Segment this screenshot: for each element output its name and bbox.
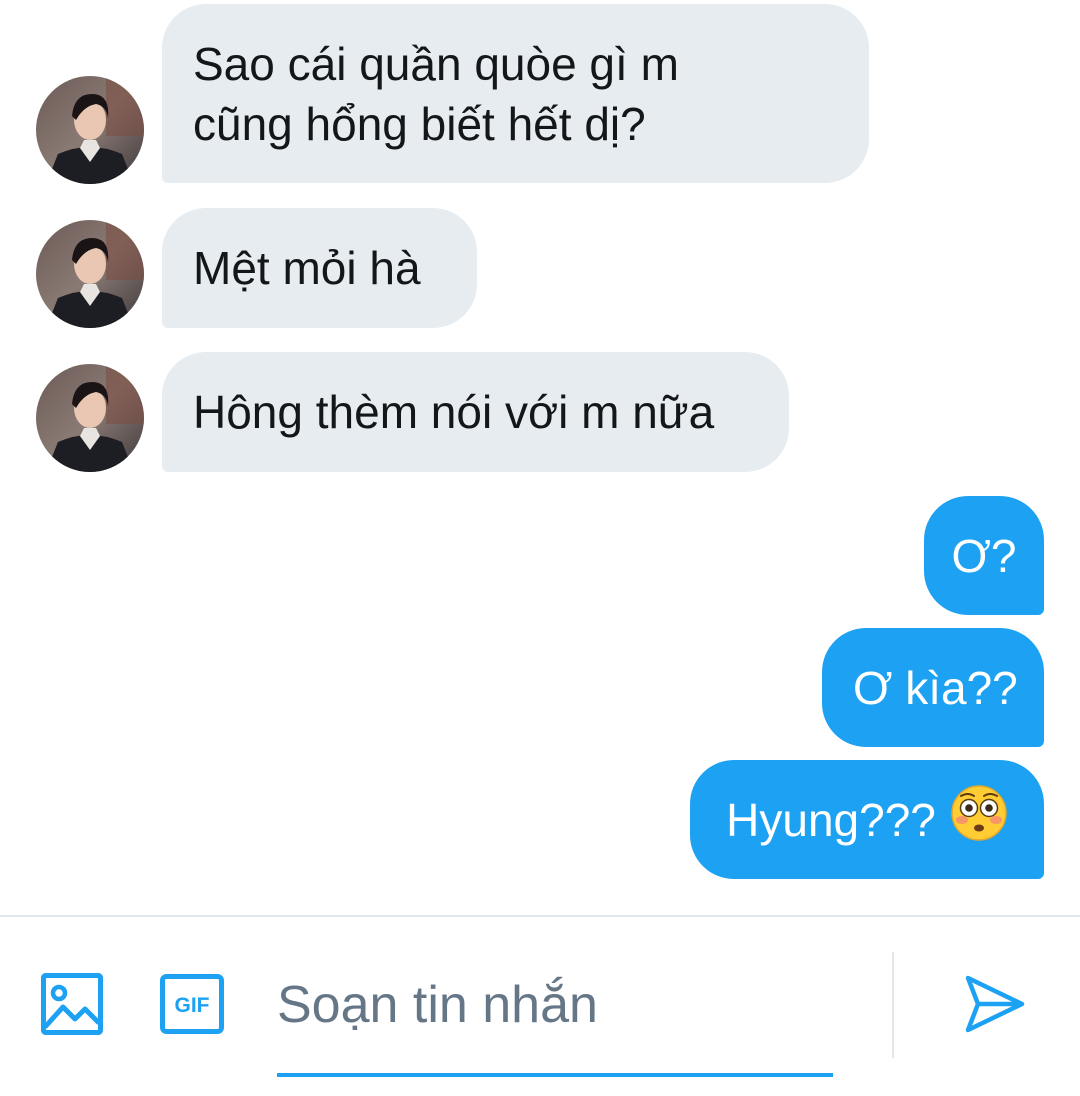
avatar[interactable]	[36, 220, 144, 328]
avatar[interactable]	[36, 364, 144, 472]
outgoing-message[interactable]: Ơ kìa??	[822, 628, 1044, 747]
message-input[interactable]: Soạn tin nhắn	[277, 965, 833, 1077]
incoming-message[interactable]: Mệt mỏi hà	[162, 208, 477, 328]
svg-text:GIF: GIF	[175, 994, 210, 1017]
gif-button[interactable]: GIF	[160, 974, 224, 1039]
avatar[interactable]	[36, 76, 144, 184]
dm-conversation-screen: Sao cái quần quòe gì m cũng hổng biết hế…	[0, 0, 1080, 1096]
composer-divider	[892, 952, 894, 1058]
flushed-face-icon	[950, 784, 1008, 856]
incoming-message[interactable]: Hông thèm nói với m nữa	[162, 352, 789, 472]
message-text-line: Sao cái quần quòe gì m	[193, 38, 679, 90]
message-input-placeholder: Soạn tin nhắn	[277, 976, 598, 1034]
message-text: Hyung???	[726, 794, 936, 846]
send-icon[interactable]	[964, 973, 1026, 1040]
outgoing-message[interactable]: Hyung???	[690, 760, 1044, 879]
message-text: Mệt mỏi hà	[193, 242, 421, 294]
avatar-photo	[36, 76, 144, 184]
avatar-photo	[36, 220, 144, 328]
gif-icon: GIF	[160, 974, 224, 1034]
message-composer: GIF Soạn tin nhắn	[0, 915, 1080, 1096]
message-text-line: cũng hổng biết hết dị?	[193, 98, 646, 150]
avatar-photo	[36, 364, 144, 472]
image-icon[interactable]	[41, 973, 103, 1040]
outgoing-message[interactable]: Ơ?	[924, 496, 1044, 615]
message-text: Hông thèm nói với m nữa	[193, 386, 715, 438]
message-text: Ơ kìa??	[853, 662, 1018, 714]
message-text: Ơ?	[951, 530, 1017, 582]
incoming-message[interactable]: Sao cái quần quòe gì m cũng hổng biết hế…	[162, 4, 869, 183]
